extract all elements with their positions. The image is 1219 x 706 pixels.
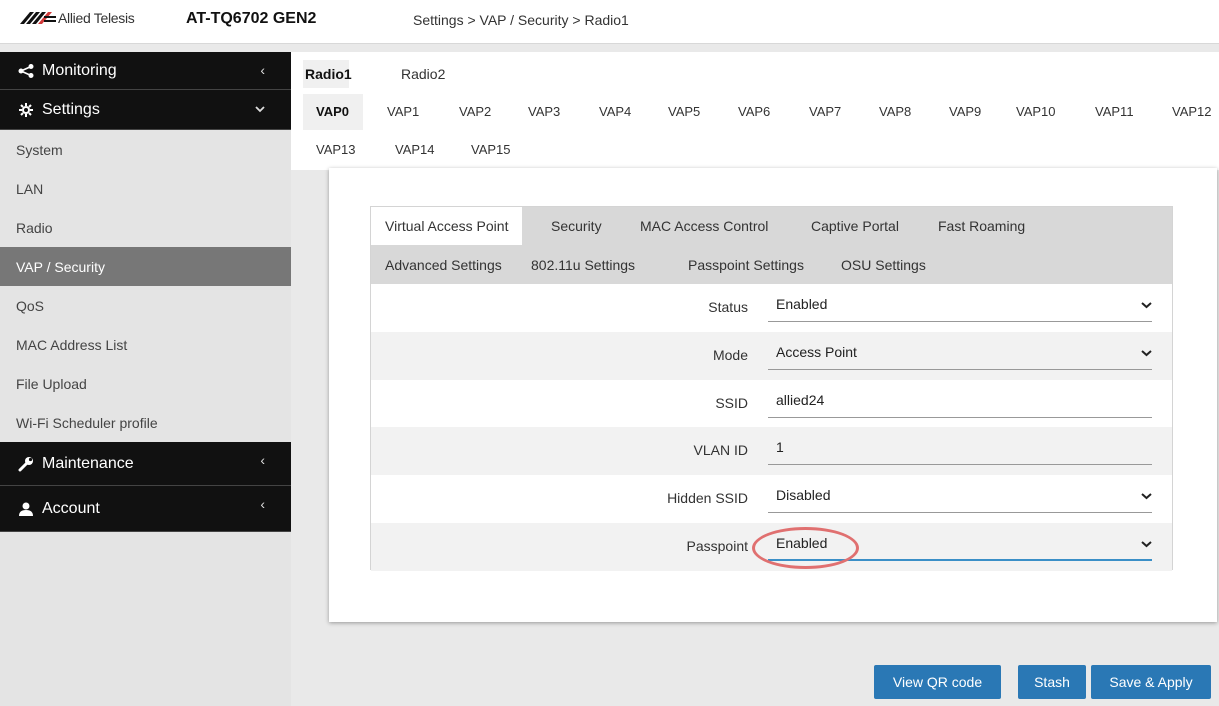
top-bar: Allied Telesis AT-TQ6702 GEN2 Settings >… [0,0,1219,44]
tab-security[interactable]: Security [537,207,616,245]
passpoint-select[interactable]: Enabled [768,531,1152,561]
sidebar-item-settings[interactable]: Settings [0,90,291,130]
tab-radio2[interactable]: Radio2 [401,62,445,86]
sidebar-section-label: Settings [42,100,100,118]
brand-logo: Allied Telesis [20,10,135,26]
status-label: Status [708,299,748,315]
sidebar-section-label: Account [42,499,100,517]
sidebar-item-wifi-scheduler[interactable]: Wi-Fi Scheduler profile [0,403,291,442]
tab-vap12[interactable]: VAP12 [1172,96,1212,128]
user-icon [16,502,36,516]
sidebar: Monitoring ‹ Settings System LAN Radio V… [0,52,291,706]
tab-vap6[interactable]: VAP6 [738,96,770,128]
form-row-hidden-ssid: Hidden SSID Disabled [371,475,1172,523]
sidebar-item-account[interactable]: Account ‹ [0,486,291,532]
sidebar-item-lan[interactable]: LAN [0,169,291,208]
sidebar-item-radio[interactable]: Radio [0,208,291,247]
chevron-down-icon [1141,535,1152,551]
model-name: AT-TQ6702 GEN2 [186,10,317,27]
sidebar-item-qos[interactable]: QoS [0,286,291,325]
passpoint-value: Enabled [776,534,828,551]
chevron-left-icon: ‹ [260,62,265,78]
chevron-down-icon [1141,344,1152,360]
hidden-ssid-value: Disabled [776,487,831,504]
tab-vap0[interactable]: VAP0 [316,96,349,128]
share-icon [16,63,36,78]
sub-tab-bar: Virtual Access Point Security MAC Access… [371,207,1172,284]
tab-vap14[interactable]: VAP14 [395,134,435,166]
sidebar-item-maintenance[interactable]: Maintenance ‹ [0,442,291,486]
tab-captive-portal[interactable]: Captive Portal [797,207,913,245]
tab-vap7[interactable]: VAP7 [809,96,841,128]
form-row-mode: Mode Access Point [371,331,1172,380]
view-qr-code-button[interactable]: View QR code [874,665,1001,699]
vlan-id-label: VLAN ID [693,442,748,459]
passpoint-label: Passpoint [686,537,748,554]
tab-osu-settings[interactable]: OSU Settings [827,246,940,284]
form-row-status: Status Enabled [371,284,1172,332]
tab-radio1[interactable]: Radio1 [305,62,352,86]
sidebar-item-system[interactable]: System [0,130,291,169]
sidebar-item-vap-security[interactable]: VAP / Security [0,247,291,286]
tab-mac-access-control[interactable]: MAC Access Control [626,207,782,245]
tab-strip: Radio1 Radio2 VAP0 VAP1 VAP2 VAP3 VAP4 V… [291,52,1219,170]
hidden-ssid-label: Hidden SSID [667,490,748,507]
tab-vap4[interactable]: VAP4 [599,96,631,128]
stash-button[interactable]: Stash [1018,665,1086,699]
tab-vap9[interactable]: VAP9 [949,96,981,128]
chevron-left-icon: ‹ [260,452,265,468]
tab-fast-roaming[interactable]: Fast Roaming [924,207,1039,245]
form-row-passpoint: Passpoint Enabled [371,522,1172,571]
tab-80211u-settings[interactable]: 802.11u Settings [517,246,649,284]
brand-name: Allied Telesis [58,10,135,26]
chevron-down-icon [255,100,265,116]
status-value: Enabled [776,296,828,312]
form-row-ssid: SSID allied24 [371,380,1172,428]
sidebar-item-monitoring[interactable]: Monitoring ‹ [0,52,291,90]
tab-vap8[interactable]: VAP8 [879,96,911,128]
form-row-vlan: VLAN ID 1 [371,427,1172,476]
tab-vap15[interactable]: VAP15 [471,134,511,166]
chevron-down-icon [1141,487,1152,503]
ssid-label: SSID [715,394,748,411]
tab-virtual-access-point[interactable]: Virtual Access Point [371,207,523,245]
tab-vap2[interactable]: VAP2 [459,96,491,128]
breadcrumb: Settings > VAP / Security > Radio1 [413,12,629,28]
wrench-icon [16,456,36,472]
vlan-id-input[interactable]: 1 [768,435,1152,466]
vap-settings-card: Virtual Access Point Security MAC Access… [370,206,1173,571]
chevron-down-icon [1141,296,1152,312]
sidebar-section-label: Monitoring [42,61,117,79]
vap-form: Status Enabled Mode Access Point SSID al… [371,284,1172,571]
tab-vap3[interactable]: VAP3 [528,96,560,128]
allied-telesis-logo-icon [20,12,56,24]
vlan-id-value: 1 [776,439,784,456]
ssid-value: allied24 [776,391,825,408]
save-apply-button[interactable]: Save & Apply [1091,665,1211,699]
tab-advanced-settings[interactable]: Advanced Settings [371,246,516,284]
mode-select[interactable]: Access Point [768,340,1152,370]
mode-value: Access Point [776,343,857,360]
ssid-input[interactable]: allied24 [768,388,1152,418]
gear-icon [16,102,36,117]
tab-vap11[interactable]: VAP11 [1095,96,1134,128]
tab-passpoint-settings[interactable]: Passpoint Settings [674,246,818,284]
tab-vap1[interactable]: VAP1 [387,96,419,128]
tab-vap13[interactable]: VAP13 [316,134,356,166]
sidebar-item-file-upload[interactable]: File Upload [0,364,291,403]
main-content: Radio1 Radio2 VAP0 VAP1 VAP2 VAP3 VAP4 V… [291,44,1219,706]
hidden-ssid-select[interactable]: Disabled [768,483,1152,514]
tab-vap10[interactable]: VAP10 [1016,96,1056,128]
sidebar-item-mac-address-list[interactable]: MAC Address List [0,325,291,364]
settings-panel: Virtual Access Point Security MAC Access… [329,168,1217,622]
status-select[interactable]: Enabled [768,292,1152,322]
sidebar-section-label: Maintenance [42,454,134,472]
tab-vap5[interactable]: VAP5 [668,96,700,128]
chevron-left-icon: ‹ [260,496,265,512]
mode-label: Mode [712,346,748,363]
